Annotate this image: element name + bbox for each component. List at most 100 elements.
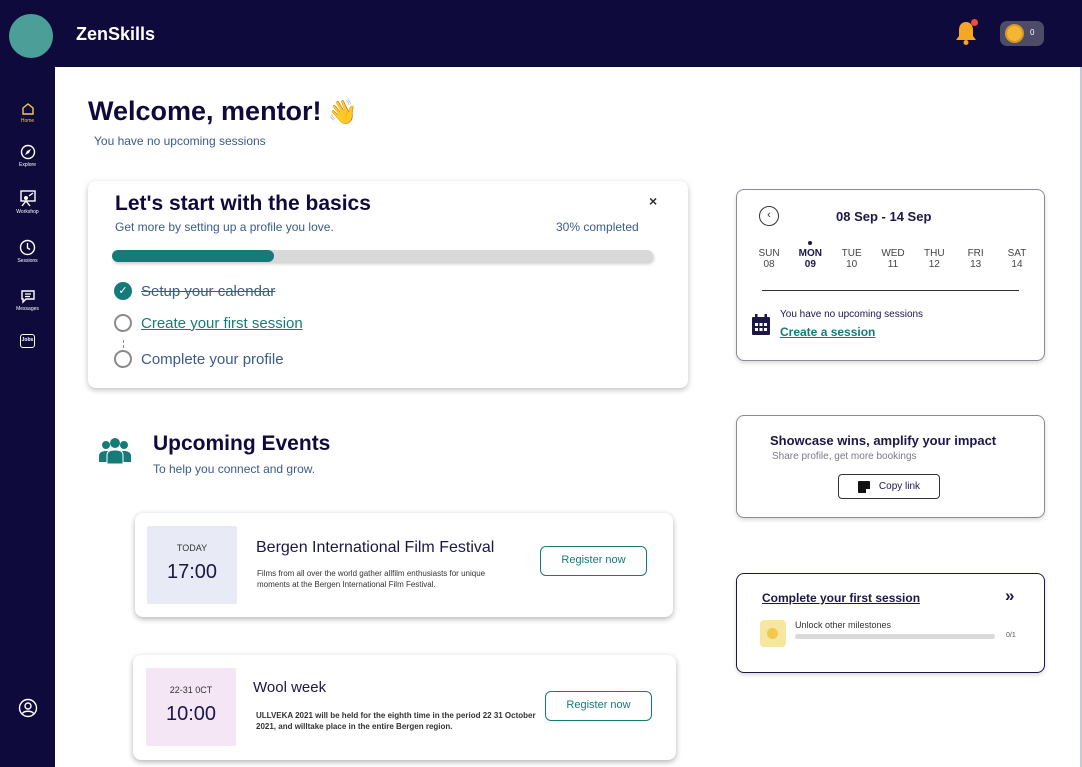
showcase-title: Showcase wins, amplify your impact [770,433,997,448]
step-circle-icon [114,314,132,332]
wave-emoji: 👋 [327,99,358,126]
day-name: SAT [1007,248,1027,259]
welcome-text: Welcome, mentor! [88,96,322,126]
user-circle-icon [18,698,37,718]
sidebar-item-label: Sessions [17,258,38,264]
event-title: Bergen International Film Festival [256,539,495,556]
calendar-icon [752,314,770,335]
events-subtitle: To help you connect and grow. [153,462,316,476]
sidebar-item-sessions[interactable]: Sessions [0,239,55,264]
step-label: Complete your profile [141,350,284,368]
day-sun[interactable]: SUN 08 [754,248,784,270]
showcase-card: Showcase wins, amplify your impact Share… [736,415,1045,518]
onboarding-card: Let's start with the basics Get more by … [88,181,688,388]
sidebar-item-home[interactable]: Home [0,102,55,124]
week-range: 08 Sep - 14 Sep [836,209,932,224]
event-title: Wool week [253,679,327,696]
day-mon[interactable]: MON 09 [795,241,825,270]
avatar[interactable] [9,14,53,58]
sidebar-item-messages[interactable]: Messages [0,289,55,312]
day-fri[interactable]: FRI 13 [961,248,991,270]
home-icon [21,103,34,115]
day-name: MON [798,248,822,259]
step-complete-profile[interactable]: Complete your profile [114,350,284,368]
onboarding-title: Let's start with the basics [115,192,371,215]
milestone-label: Unlock other milestones [795,620,892,630]
milestone-title[interactable]: Complete your first session [762,591,920,605]
create-session-link[interactable]: Create a session [780,325,875,339]
calendar-card: ‹ 08 Sep - 14 Sep SUN 08 MON 09 TUE 10 WED 1… [736,189,1045,361]
step-label: Setup your calendar [141,282,276,300]
coin-balance[interactable]: 0 [1000,21,1044,46]
copy-icon [857,480,870,493]
event-date-label: TODAY [176,543,208,553]
compass-icon [20,144,35,160]
day-number: 12 [928,259,940,270]
workshop-icon [19,190,36,207]
week-days: SUN 08 MON 09 TUE 10 WED 11 THU 12 FRI 13 SAT 1… [754,241,1032,270]
coin-count: 0 [1030,28,1035,37]
sidebar-item-label: Workshop [16,209,39,215]
day-number: 11 [887,259,899,270]
day-number: 10 [846,259,858,270]
profile-button[interactable] [0,698,55,718]
event-date-label: 22-31 0CT [169,685,213,695]
day-name: WED [881,248,905,259]
step-label: Create your first session [141,314,303,332]
day-tue[interactable]: TUE 10 [837,248,867,270]
message-icon [20,290,35,304]
page-title: Welcome, mentor! 👋 [88,96,357,127]
progress-fill [112,250,275,262]
milestone-count: 0/1 [1006,632,1016,639]
milestone-progress-bar [795,634,995,639]
event-card: TODAY 17:00 Bergen International Film Fe… [135,513,673,617]
day-number: 13 [970,259,982,270]
copy-link-button[interactable]: Copy link [838,474,940,499]
day-name: SUN [758,248,780,259]
events-title: Upcoming Events [153,432,331,455]
milestone-card: Complete your first session » Unlock oth… [736,573,1045,673]
top-bar: ZenSkills 0 [0,0,1082,67]
event-date-box: TODAY 17:00 [147,526,237,604]
day-thu[interactable]: THU 12 [919,248,949,270]
register-button[interactable]: Register now [540,546,647,576]
event-description: Films from all over the world gather all… [257,569,486,589]
people-icon [99,438,131,465]
sidebar-item-jobs[interactable]: Jobs [0,334,55,348]
onboarding-progress-bar [112,250,653,262]
copy-link-label: Copy link [878,481,921,492]
event-card: 22-31 0CT 10:00 Wool week ULLVEKA 2021 w… [133,655,676,760]
event-time: 17:00 [166,561,218,583]
sidebar-item-workshop[interactable]: Workshop [0,189,55,215]
day-name: FRI [967,248,984,259]
notification-dot [971,19,978,26]
sidebar-item-label: Home [20,118,35,124]
clock-icon [19,239,36,256]
step-create-session[interactable]: Create your first session [114,314,303,332]
step-setup-calendar[interactable]: ✓ Setup your calendar [114,282,275,300]
progress-label: 30% completed [556,220,639,234]
day-name: TUE [841,248,862,259]
chevron-left-icon[interactable]: ‹ [759,206,779,226]
step-circle-icon [114,350,132,368]
double-chevron-right-icon[interactable]: » [1005,586,1015,606]
coin-icon [1005,24,1024,43]
sidebar-item-explore[interactable]: Explore [0,144,55,168]
day-sat[interactable]: SAT 14 [1002,248,1032,270]
day-number: 08 [763,259,775,270]
event-date-box: 22-31 0CT 10:00 [146,668,236,746]
day-number: 09 [804,259,816,270]
sidebar-item-label: Messages [16,306,39,312]
showcase-subtitle: Share profile, get more bookings [772,451,917,462]
sidebar-item-label: Explore [19,162,36,168]
jobs-icon: Jobs [20,334,35,348]
divider [762,290,1019,291]
sidebar: Home Explore Workshop Sessions Messages [0,67,55,767]
day-wed[interactable]: WED 11 [878,248,908,270]
brand-logo[interactable]: ZenSkills [76,24,155,45]
day-number: 14 [1011,259,1023,270]
onboarding-subtitle: Get more by setting up a profile you lov… [115,220,334,234]
no-sessions-text: You have no upcoming sessions [780,309,924,320]
register-button[interactable]: Register now [545,691,652,721]
close-icon[interactable]: × [649,193,657,209]
